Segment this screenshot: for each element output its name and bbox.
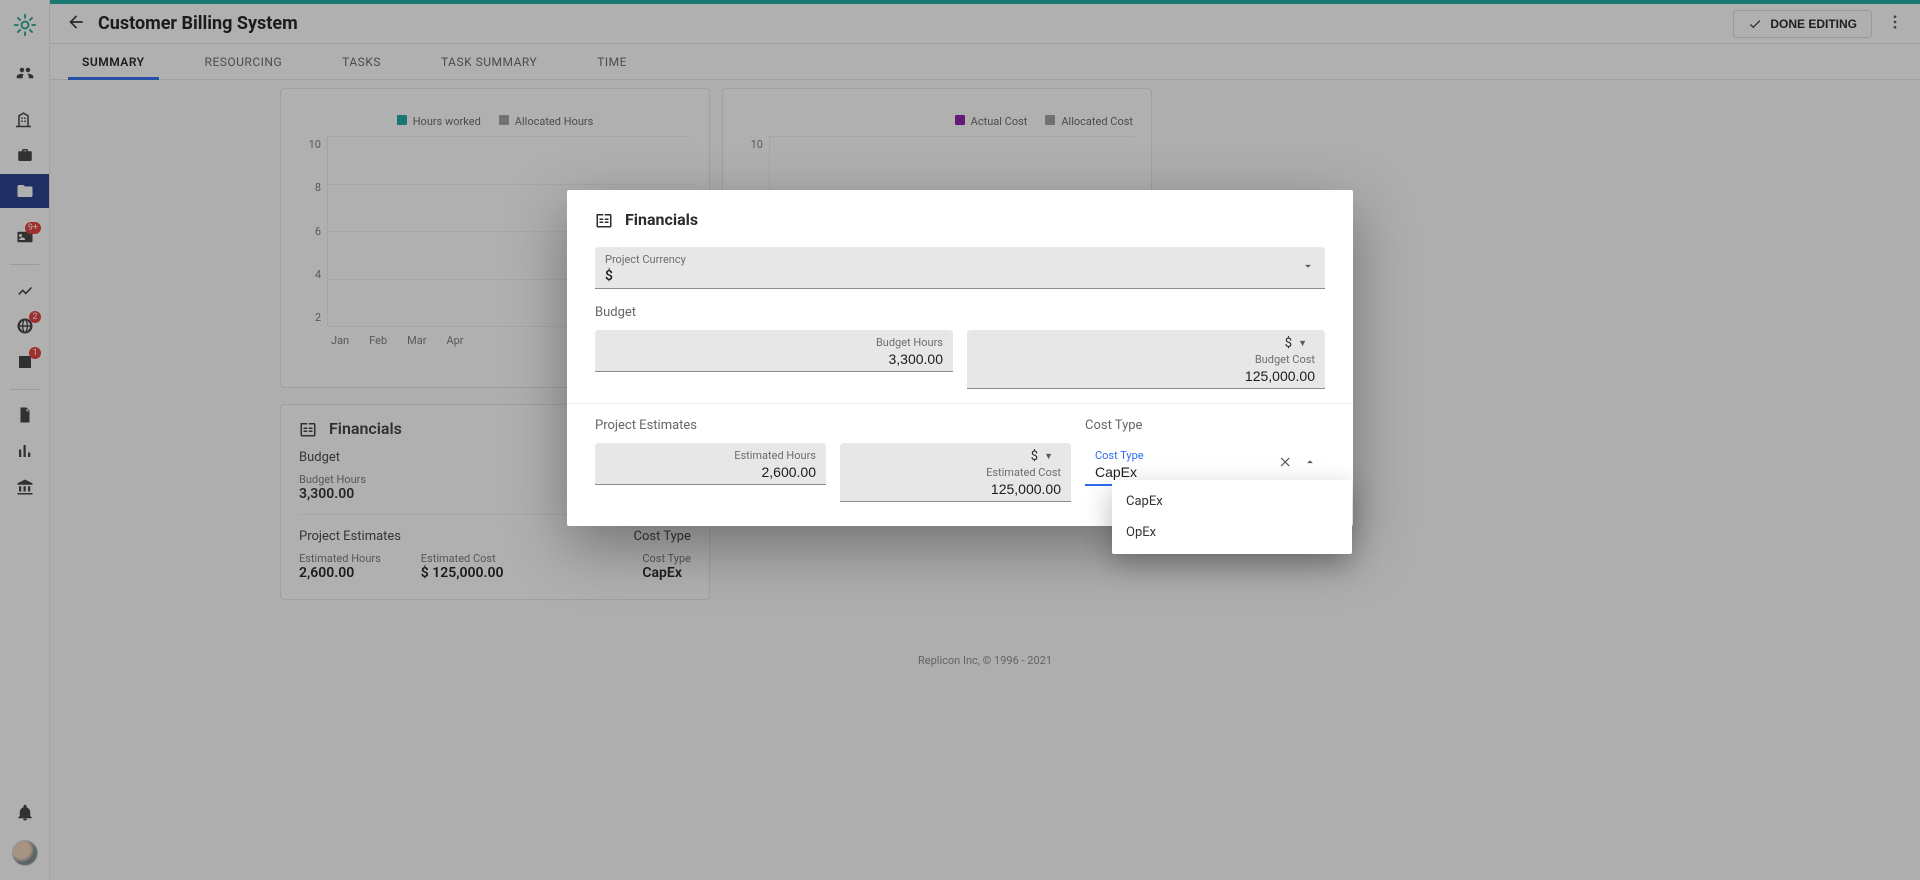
estimated-cost-field[interactable]: $ ▼ Estimated Cost bbox=[840, 443, 1071, 502]
clear-button[interactable] bbox=[1279, 455, 1293, 473]
estimated-hours-field[interactable]: Estimated Hours bbox=[595, 443, 826, 485]
budget-row: Budget Hours $ ▼ Budget Cost bbox=[595, 330, 1325, 389]
field-value: $ bbox=[605, 268, 1315, 284]
estimated-hours-input[interactable] bbox=[605, 464, 816, 480]
chevron-down-icon: ▼ bbox=[1298, 338, 1307, 349]
budget-cost-input[interactable] bbox=[977, 368, 1315, 384]
collapse-button[interactable] bbox=[1303, 455, 1317, 473]
currency-select[interactable]: $ ▼ bbox=[1031, 449, 1055, 466]
estimates-header-row: Project Estimates Cost Type bbox=[595, 418, 1325, 433]
book-icon bbox=[595, 211, 613, 229]
currency-select[interactable]: $ ▼ bbox=[1285, 336, 1309, 353]
budget-hours-field[interactable]: Budget Hours bbox=[595, 330, 953, 372]
field-label: Estimated Hours bbox=[605, 449, 816, 463]
field-label: Budget Cost bbox=[977, 353, 1315, 367]
field-label: Budget Hours bbox=[605, 336, 943, 350]
budget-hours-input[interactable] bbox=[605, 351, 943, 367]
dialog-title: Financials bbox=[625, 210, 698, 229]
cost-type-head: Cost Type bbox=[1085, 418, 1325, 433]
option-label: OpEx bbox=[1126, 525, 1156, 540]
currency-symbol: $ bbox=[1031, 449, 1038, 464]
project-estimates-head: Project Estimates bbox=[595, 418, 697, 433]
project-currency-field[interactable]: Project Currency $ bbox=[595, 247, 1325, 289]
cost-type-option-capex[interactable]: CapEx bbox=[1112, 486, 1352, 517]
field-label: Project Currency bbox=[605, 253, 1315, 267]
chevron-down-icon bbox=[1301, 259, 1315, 277]
cost-type-menu: CapEx OpEx bbox=[1112, 480, 1352, 554]
chevron-up-icon bbox=[1303, 455, 1317, 469]
dialog-title-row: Financials bbox=[595, 210, 1325, 229]
cost-type-option-opex[interactable]: OpEx bbox=[1112, 517, 1352, 548]
close-icon bbox=[1279, 455, 1293, 469]
financials-dialog: Financials Project Currency $ Budget Bud… bbox=[567, 190, 1353, 526]
budget-cost-field[interactable]: $ ▼ Budget Cost bbox=[967, 330, 1325, 389]
chevron-down-icon: ▼ bbox=[1044, 451, 1053, 462]
currency-symbol: $ bbox=[1285, 336, 1292, 351]
option-label: CapEx bbox=[1126, 494, 1163, 509]
field-label: Estimated Cost bbox=[850, 466, 1061, 480]
dialog-divider bbox=[567, 403, 1353, 404]
estimated-cost-input[interactable] bbox=[850, 481, 1061, 497]
budget-section-label: Budget bbox=[595, 305, 1325, 320]
